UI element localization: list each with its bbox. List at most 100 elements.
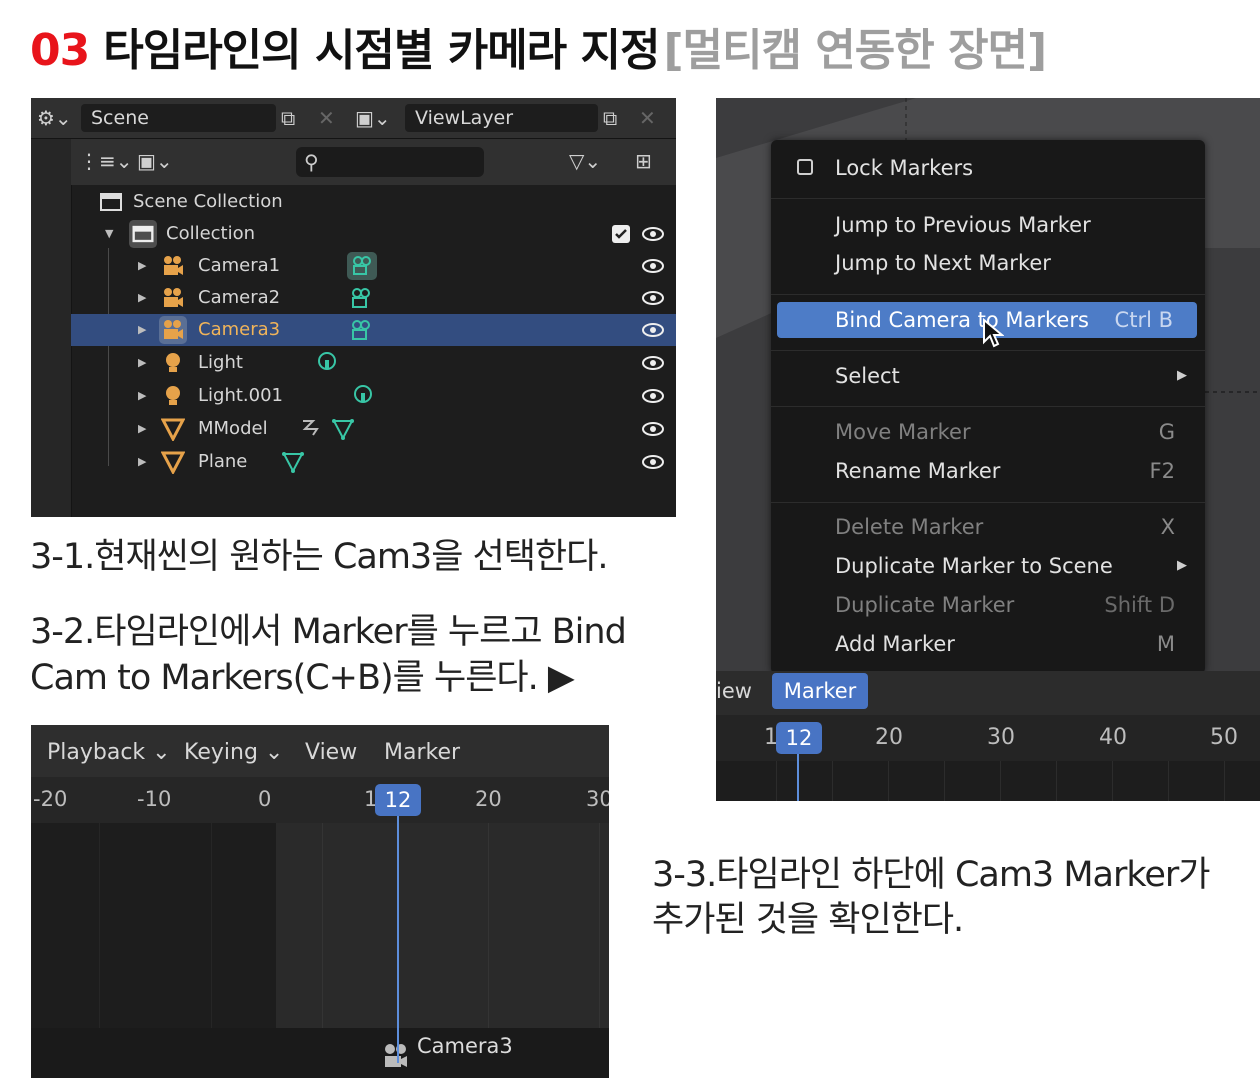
render-camera-icon[interactable] — [674, 384, 676, 408]
duplicate-marker-item[interactable]: Duplicate Marker Shift D — [771, 587, 1205, 623]
delete-marker-item[interactable]: Delete Marker X — [771, 509, 1205, 545]
duplicate-marker-to-scene-item[interactable]: Duplicate Marker to Scene ▶ — [771, 548, 1205, 584]
page-title: 03 타임라인의 시점별 카메라 지정[멀티캠 연동한 장면] — [30, 14, 1047, 78]
rename-marker-item[interactable]: Rename Marker F2 — [771, 453, 1205, 489]
expand-triangle-icon[interactable]: ▶ — [138, 413, 146, 445]
playback-menu[interactable]: Playback ⌄ — [47, 725, 171, 781]
caption-step3-line2: 추가된 것을 확인한다. — [652, 900, 964, 940]
select-submenu-item[interactable]: Select ▶ — [771, 358, 1205, 394]
eye-icon[interactable] — [641, 254, 665, 278]
close-scene-icon[interactable]: ✕ — [318, 104, 335, 132]
current-frame-badge[interactable]: 12 — [375, 784, 421, 816]
move-marker-item[interactable]: Move Marker G — [771, 414, 1205, 450]
outliner-item-label: Plane — [198, 451, 248, 472]
viewlayer-type-icon[interactable]: ▣⌄ — [355, 104, 391, 132]
new-scene-icon[interactable]: ⧉ — [281, 104, 295, 132]
lock-markers-checkbox[interactable] — [797, 159, 813, 175]
playhead-line[interactable] — [397, 813, 399, 1063]
outliner-row-camera1[interactable]: ▶ Camera1 — [71, 250, 676, 282]
expand-triangle-icon[interactable]: ▶ — [138, 314, 146, 346]
frame-ruler[interactable]: -20 -10 0 1 20 30 — [31, 777, 609, 823]
eye-icon[interactable] — [641, 286, 665, 310]
light-object-icon — [166, 353, 180, 372]
outliner-row-light001[interactable]: ▶ Light.001 — [71, 380, 676, 412]
outliner-item-label: MModel — [198, 418, 268, 439]
eye-icon[interactable] — [641, 318, 665, 342]
mesh-data-icon[interactable] — [281, 450, 305, 474]
viewlayer-selector[interactable]: ViewLayer — [405, 104, 598, 132]
menu-item-label: Duplicate Marker to Scene — [835, 554, 1113, 578]
filter-icon[interactable]: ▽⌄ — [569, 147, 601, 175]
render-camera-icon[interactable] — [674, 450, 676, 474]
outliner-header: ⚙⌄ Scene ⧉ ✕ ▣⌄ ViewLayer ⧉ ✕ — [31, 98, 676, 139]
eye-icon[interactable] — [641, 384, 665, 408]
scene-selector[interactable]: Scene — [81, 104, 276, 132]
expand-triangle-icon[interactable]: ▶ — [138, 347, 146, 379]
close-viewlayer-icon[interactable]: ✕ — [639, 104, 656, 132]
outliner-row-camera3[interactable]: ▶ Camera3 — [71, 314, 676, 346]
render-camera-icon[interactable] — [674, 351, 676, 375]
eye-icon[interactable] — [641, 351, 665, 375]
expand-triangle-icon[interactable]: ▶ — [138, 282, 146, 314]
display-mode-icon[interactable]: ⋮≡⌄ — [79, 147, 133, 175]
playhead-line-right[interactable] — [797, 748, 799, 801]
render-camera-icon[interactable] — [674, 286, 676, 310]
mesh-data-icon[interactable] — [331, 417, 355, 441]
light-data-icon[interactable] — [315, 351, 339, 375]
timeline-header-right: iew Marker — [716, 671, 1260, 715]
camera-data-icon[interactable] — [349, 318, 373, 342]
jump-next-marker-item[interactable]: Jump to Next Marker — [771, 245, 1205, 281]
jump-prev-marker-item[interactable]: Jump to Previous Marker — [771, 207, 1205, 243]
new-viewlayer-icon[interactable]: ⧉ — [603, 104, 617, 132]
expand-triangle-icon[interactable]: ▶ — [138, 380, 146, 412]
new-collection-icon[interactable]: ⊞ — [635, 147, 652, 175]
caption-step2-line2: Cam to Markers(C+B)를 누른다. ▶ — [30, 658, 575, 698]
render-camera-icon[interactable] — [674, 254, 676, 278]
camera-data-icon[interactable] — [347, 252, 377, 280]
expand-triangle-icon[interactable]: ▶ — [138, 446, 146, 478]
render-camera-icon[interactable] — [674, 417, 676, 441]
timeline-tracks[interactable] — [31, 823, 609, 1028]
collection-icon — [129, 220, 157, 248]
eye-icon[interactable] — [641, 450, 665, 474]
eye-icon[interactable] — [641, 222, 665, 246]
search-input[interactable]: ⚲ — [296, 147, 484, 177]
current-frame-badge-right[interactable]: 12 — [776, 722, 822, 754]
outliner-row-mmodel[interactable]: ▶ MModel — [71, 413, 676, 445]
marker-strip[interactable]: Camera3 — [31, 1028, 609, 1078]
camera-marker-icon[interactable] — [381, 1042, 411, 1070]
eye-icon[interactable] — [641, 417, 665, 441]
scene-collection-label: Scene Collection — [133, 191, 283, 212]
menu-shortcut: Shift D — [1104, 593, 1175, 617]
lock-markers-item[interactable]: Lock Markers — [771, 150, 1205, 186]
left-editor-strip — [31, 139, 72, 517]
render-camera-icon[interactable] — [674, 318, 676, 342]
caption-step3-line1: 3-3.타임라인 하단에 Cam3 Marker가 — [652, 855, 1210, 895]
ruler-tick-label: -10 — [137, 787, 172, 811]
add-marker-item[interactable]: Add Marker M — [771, 626, 1205, 662]
outliner-item-label: Camera3 — [198, 319, 281, 340]
view-menu[interactable]: View — [305, 725, 357, 781]
scene-type-icon[interactable]: ⚙⌄ — [37, 104, 72, 132]
camera-data-icon[interactable] — [349, 286, 373, 310]
outliner-row-plane[interactable]: ▶ Plane — [71, 446, 676, 478]
checkbox-icon[interactable] — [609, 222, 633, 246]
collapse-triangle-icon[interactable]: ▼ — [105, 218, 113, 250]
render-camera-icon[interactable] — [674, 222, 676, 246]
timeline-editor: Playback ⌄ Keying ⌄ View Marker -20 -10 … — [31, 725, 609, 1078]
marker-menu-tab[interactable]: Marker — [772, 673, 868, 709]
menu-shortcut: F2 — [1149, 459, 1175, 483]
camera-object-icon — [164, 256, 183, 275]
armature-modifier-icon[interactable] — [299, 417, 323, 441]
scene-collection-row[interactable]: Scene Collection — [71, 186, 676, 218]
expand-triangle-icon[interactable]: ▶ — [138, 250, 146, 282]
view-layer-filter-icon[interactable]: ▣⌄ — [137, 147, 173, 175]
collection-row[interactable]: ▼ Collection — [71, 218, 676, 250]
view-menu-tab[interactable]: iew — [716, 671, 752, 711]
outliner-row-camera2[interactable]: ▶ Camera2 — [71, 282, 676, 314]
keying-menu[interactable]: Keying ⌄ — [184, 725, 283, 781]
light-data-icon[interactable] — [351, 384, 375, 408]
outliner-row-light[interactable]: ▶ Light — [71, 347, 676, 379]
ruler-tick-label: 50 — [1210, 725, 1238, 750]
marker-menu[interactable]: Marker — [384, 725, 460, 781]
